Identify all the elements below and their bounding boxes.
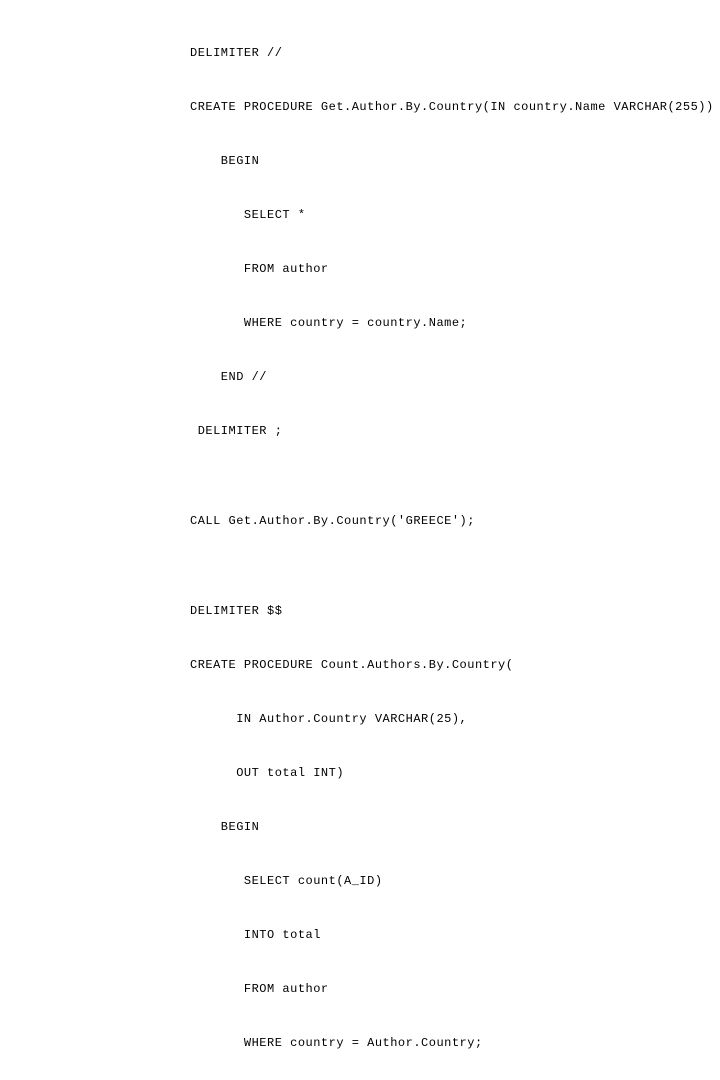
code-line: CREATE PROCEDURE Count.Authors.By.Countr… [190,656,720,674]
code-line: SELECT * [190,206,720,224]
code-line: CALL Get.Author.By.Country('GREECE'); [190,512,720,530]
code-line: SELECT count(A_ID) [190,872,720,890]
code-line: BEGIN [190,152,720,170]
slide-page: DELIMITER // CREATE PROCEDURE Get.Author… [0,0,720,1080]
sql-code-block: DELIMITER // CREATE PROCEDURE Get.Author… [190,8,720,1080]
code-line: WHERE country = Author.Country; [190,1034,720,1052]
code-line: DELIMITER $$ [190,602,720,620]
code-line: WHERE country = country.Name; [190,314,720,332]
code-line: FROM author [190,260,720,278]
code-line: INTO total [190,926,720,944]
code-line: DELIMITER // [190,44,720,62]
code-line: FROM author [190,980,720,998]
code-line: END // [190,368,720,386]
code-line: BEGIN [190,818,720,836]
code-line: CREATE PROCEDURE Get.Author.By.Country(I… [190,98,720,116]
code-line: IN Author.Country VARCHAR(25), [190,710,720,728]
code-line: OUT total INT) [190,764,720,782]
code-line: DELIMITER ; [190,422,720,440]
